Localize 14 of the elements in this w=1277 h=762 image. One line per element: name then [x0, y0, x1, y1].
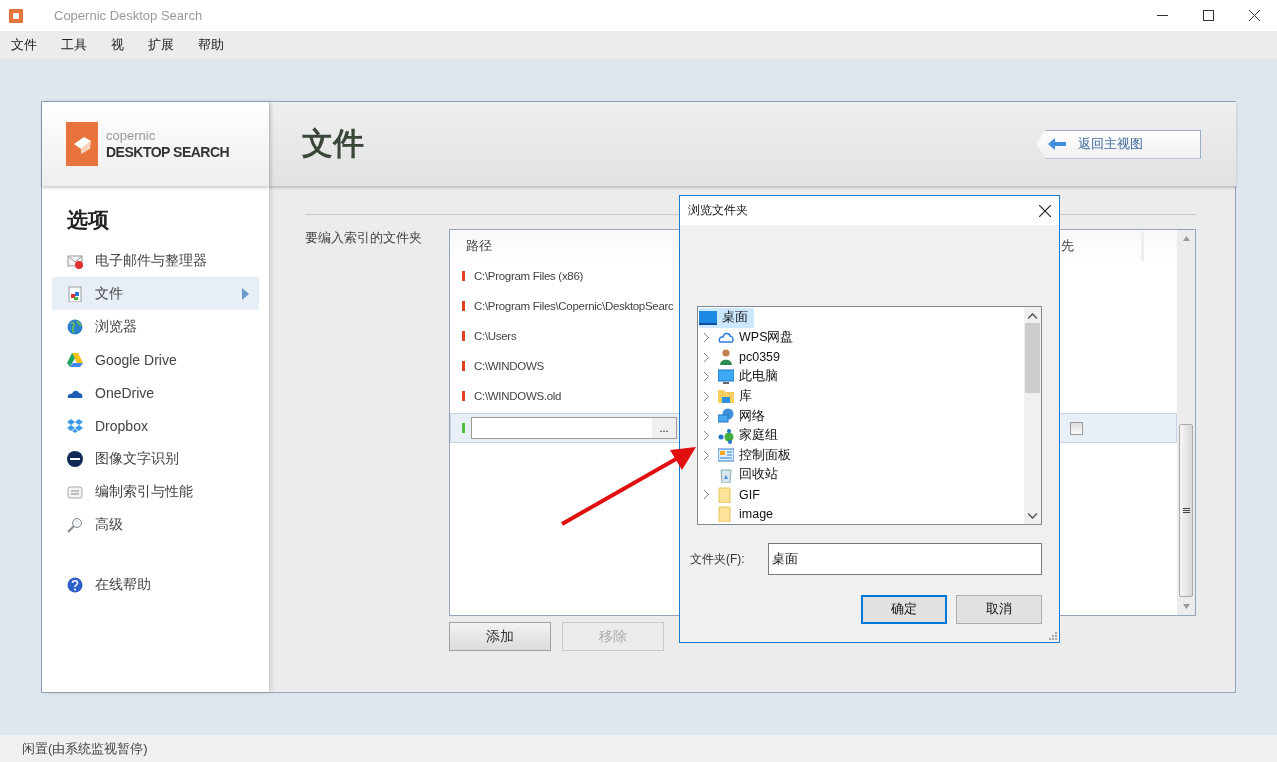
path-cell: C:\Program Files (x86): [474, 270, 584, 282]
section-label: 要编入索引的文件夹: [305, 229, 421, 247]
logo-product: DESKTOP SEARCH: [106, 144, 230, 160]
dialog-title: 浏览文件夹: [688, 202, 748, 219]
logo-brand: copernic: [106, 128, 157, 144]
path-cell: C:\WINDOWS.old: [474, 390, 562, 402]
status-text: 闲置(由系统监视暂停): [22, 739, 148, 758]
path-cell: C:\Program Files\Copernic\DesktopSearc: [474, 300, 674, 312]
path-cell: C:\WINDOWS: [474, 360, 544, 372]
sidebar-heading: 选项: [67, 207, 110, 233]
page-title: 文件: [302, 125, 364, 163]
folder-label: 文件夹(F):: [690, 550, 746, 568]
window-title: Copernic Desktop Search: [54, 8, 203, 23]
path-cell: C:\Users: [474, 330, 517, 342]
